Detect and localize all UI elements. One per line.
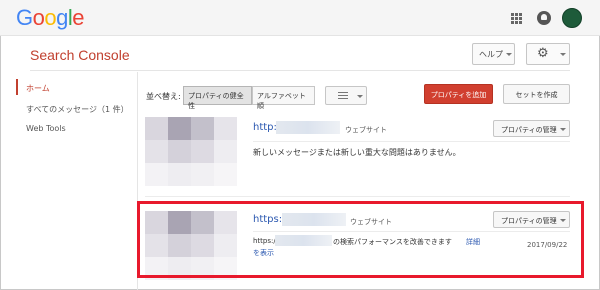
create-set-button[interactable]: セットを作成 xyxy=(503,84,570,104)
settings-button[interactable]: ⚙ xyxy=(526,43,570,65)
help-button[interactable]: ヘルプ xyxy=(472,43,515,65)
property-thumbnail[interactable] xyxy=(145,117,237,186)
sort-by-health-button[interactable]: プロパティの健全性 xyxy=(183,86,252,110)
chevron-down-icon xyxy=(357,95,363,98)
help-button-label: ヘルプ xyxy=(479,50,503,59)
highlight-annotation-box xyxy=(137,201,584,278)
sidebar-active-indicator xyxy=(16,79,18,95)
chevron-down-icon xyxy=(560,128,566,131)
property-type-label: ウェブサイト xyxy=(345,126,387,134)
list-view-icon xyxy=(338,92,348,100)
manage-property-button[interactable]: プロパティの管理 xyxy=(493,120,570,137)
logo-letter: G xyxy=(16,5,33,30)
google-logo[interactable]: Google xyxy=(16,5,85,31)
manage-property-label: プロパティの管理 xyxy=(501,126,557,134)
logo-letter: e xyxy=(72,5,85,30)
apps-grid-icon[interactable] xyxy=(511,13,522,24)
property-message: 新しいメッセージまたは新しい重大な問題はありません。 xyxy=(253,148,461,157)
sidebar-item-home[interactable]: ホーム xyxy=(26,83,50,94)
google-top-bar: Google xyxy=(0,0,600,36)
redacted-domain xyxy=(276,121,340,134)
header-divider xyxy=(30,70,570,71)
gear-icon: ⚙ xyxy=(537,46,549,61)
sidebar-item-web-tools[interactable]: Web Tools xyxy=(26,124,66,133)
page-title: Search Console xyxy=(30,47,130,63)
bell-icon[interactable] xyxy=(537,11,551,25)
sidebar-item-messages[interactable]: すべてのメッセージ（1 件） xyxy=(26,104,129,115)
view-mode-button[interactable] xyxy=(325,86,367,105)
chevron-down-icon xyxy=(506,53,512,56)
avatar[interactable] xyxy=(562,8,582,28)
card-divider xyxy=(145,196,570,197)
logo-letter: g xyxy=(56,5,68,30)
sort-alphabetical-button[interactable]: アルファベット順 xyxy=(252,86,315,110)
logo-letter: o xyxy=(44,5,57,30)
chevron-down-icon xyxy=(560,53,566,56)
sort-label: 並べ替え: xyxy=(146,92,181,101)
logo-letter: o xyxy=(32,5,45,30)
add-property-button[interactable]: プロパティを追加 xyxy=(424,84,493,104)
card-divider xyxy=(253,141,570,142)
